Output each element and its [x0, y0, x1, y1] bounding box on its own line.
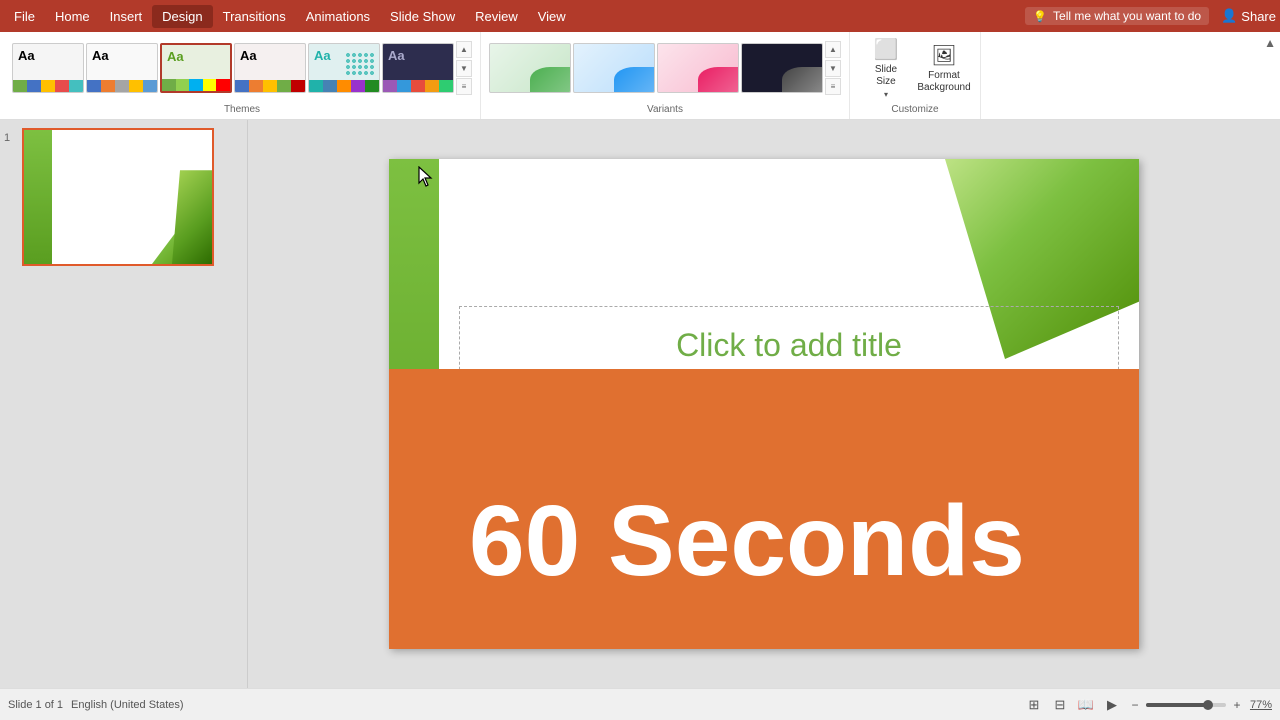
- normal-view-button[interactable]: ⊞: [1024, 695, 1044, 715]
- theme-6-label: Aa: [388, 48, 405, 63]
- search-text: Tell me what you want to do: [1053, 9, 1201, 23]
- theme-5-label: Aa: [314, 48, 331, 63]
- theme-scroll-more[interactable]: ≡: [456, 78, 472, 95]
- variants-label: Variants: [647, 100, 683, 115]
- search-icon: 💡: [1033, 10, 1047, 23]
- slide-size-dropdown: ▾: [884, 90, 888, 99]
- menu-design[interactable]: Design: [152, 5, 212, 28]
- variant-scroll-down[interactable]: ▼: [825, 60, 841, 77]
- search-box[interactable]: 💡 Tell me what you want to do: [1025, 7, 1209, 25]
- language-info: English (United States): [71, 699, 184, 711]
- variant-3[interactable]: [657, 43, 739, 93]
- zoom-control: − +: [1128, 698, 1244, 712]
- zoom-slider-thumb[interactable]: [1203, 700, 1213, 710]
- format-background-button[interactable]: 🖼 FormatBackground: [916, 38, 972, 98]
- ribbon-collapse-button[interactable]: ▲: [1264, 36, 1276, 50]
- theme-3-label: Aa: [167, 49, 184, 64]
- share-button[interactable]: 👤 Share: [1221, 8, 1276, 24]
- variant-scroll: ▲ ▼ ≡: [825, 41, 841, 95]
- theme-6[interactable]: Aa: [382, 43, 454, 93]
- menu-animations[interactable]: Animations: [296, 5, 380, 28]
- theme-6-bar: [383, 80, 453, 92]
- menu-review[interactable]: Review: [465, 5, 528, 28]
- format-bg-icon: 🖼: [931, 43, 956, 68]
- theme-4[interactable]: Aa: [234, 43, 306, 93]
- zoom-plus-button[interactable]: +: [1230, 698, 1244, 712]
- customize-label: Customize: [891, 100, 938, 115]
- slide-number: 1: [4, 128, 18, 144]
- slide-info: Slide 1 of 1: [8, 699, 63, 711]
- theme-5[interactable]: Aa: [308, 43, 380, 93]
- variant-scroll-more[interactable]: ≡: [825, 78, 841, 95]
- theme-2[interactable]: Aa: [86, 43, 158, 93]
- zoom-slider-track[interactable]: [1146, 703, 1226, 707]
- themes-section: Aa Aa Aa Aa: [4, 32, 481, 119]
- variant-4[interactable]: [741, 43, 823, 93]
- zoom-minus-button[interactable]: −: [1128, 698, 1142, 712]
- menu-slideshow[interactable]: Slide Show: [380, 5, 465, 28]
- overlay-text: 60 Seconds: [469, 484, 1025, 599]
- slide-canvas[interactable]: Click to add title subtitle 60 Seconds: [389, 159, 1139, 649]
- theme-1[interactable]: Aa: [12, 43, 84, 93]
- theme-3[interactable]: Aa: [160, 43, 232, 93]
- customize-section: ⬜ SlideSize ▾ 🖼 FormatBackground Customi…: [850, 32, 981, 119]
- ribbon: Aa Aa Aa Aa: [0, 32, 1280, 120]
- slide-area: Click to add title subtitle 60 Seconds: [248, 120, 1280, 688]
- theme-2-bar: [87, 80, 157, 92]
- themes-label: Themes: [224, 100, 260, 115]
- menu-file[interactable]: File: [4, 5, 45, 28]
- zoom-slider-fill: [1146, 703, 1208, 707]
- orange-overlay: 60 Seconds: [389, 369, 1139, 649]
- theme-4-bar: [235, 80, 305, 92]
- theme-5-bar: [309, 80, 379, 92]
- themes-row: Aa Aa Aa Aa: [12, 36, 472, 100]
- slide-thumbnail-container: 1: [4, 128, 243, 266]
- status-bar-right: ⊞ ⊟ 📖 ▶ − + 77%: [1024, 695, 1272, 715]
- theme-scroll: ▲ ▼ ≡: [456, 41, 472, 95]
- slide-panel: 1: [0, 120, 248, 688]
- theme-1-bar: [13, 80, 83, 92]
- slideshow-button[interactable]: ▶: [1102, 695, 1122, 715]
- status-bar: Slide 1 of 1 English (United States) ⊞ ⊟…: [0, 688, 1280, 720]
- format-bg-label: FormatBackground: [917, 70, 970, 94]
- slide-size-icon: ⬜: [874, 37, 899, 62]
- main-area: 1 Click to add title subtitle: [0, 120, 1280, 688]
- variant-scroll-up[interactable]: ▲: [825, 41, 841, 58]
- menu-insert[interactable]: Insert: [100, 5, 153, 28]
- zoom-percent[interactable]: 77%: [1250, 699, 1272, 711]
- theme-2-label: Aa: [92, 48, 109, 63]
- slide-sorter-button[interactable]: ⊟: [1050, 695, 1070, 715]
- menu-home[interactable]: Home: [45, 5, 100, 28]
- customize-row: ⬜ SlideSize ▾ 🖼 FormatBackground: [858, 36, 972, 100]
- slide-size-label: SlideSize: [875, 64, 897, 88]
- theme-scroll-up[interactable]: ▲: [456, 41, 472, 58]
- variants-row: ▲ ▼ ≡: [489, 36, 841, 100]
- slide-thumbnail[interactable]: [22, 128, 214, 266]
- variant-2[interactable]: [573, 43, 655, 93]
- theme-scroll-down[interactable]: ▼: [456, 60, 472, 77]
- share-icon: 👤: [1221, 8, 1237, 24]
- slide-title-text: Click to add title: [676, 327, 902, 363]
- reading-view-button[interactable]: 📖: [1076, 695, 1096, 715]
- variant-1[interactable]: [489, 43, 571, 93]
- mini-slide: [24, 130, 212, 264]
- theme-5-dots: [345, 52, 375, 76]
- theme-1-label: Aa: [18, 48, 35, 63]
- menu-transitions[interactable]: Transitions: [213, 5, 296, 28]
- slide-size-button[interactable]: ⬜ SlideSize ▾: [858, 38, 914, 98]
- thumb-green-left: [24, 130, 52, 264]
- variants-section: ▲ ▼ ≡ Variants: [481, 32, 850, 119]
- menu-bar: File Home Insert Design Transitions Anim…: [0, 0, 1280, 32]
- theme-3-bar: [162, 79, 230, 91]
- thumb-green-right: [172, 170, 212, 264]
- menu-view[interactable]: View: [528, 5, 576, 28]
- theme-4-label: Aa: [240, 48, 257, 63]
